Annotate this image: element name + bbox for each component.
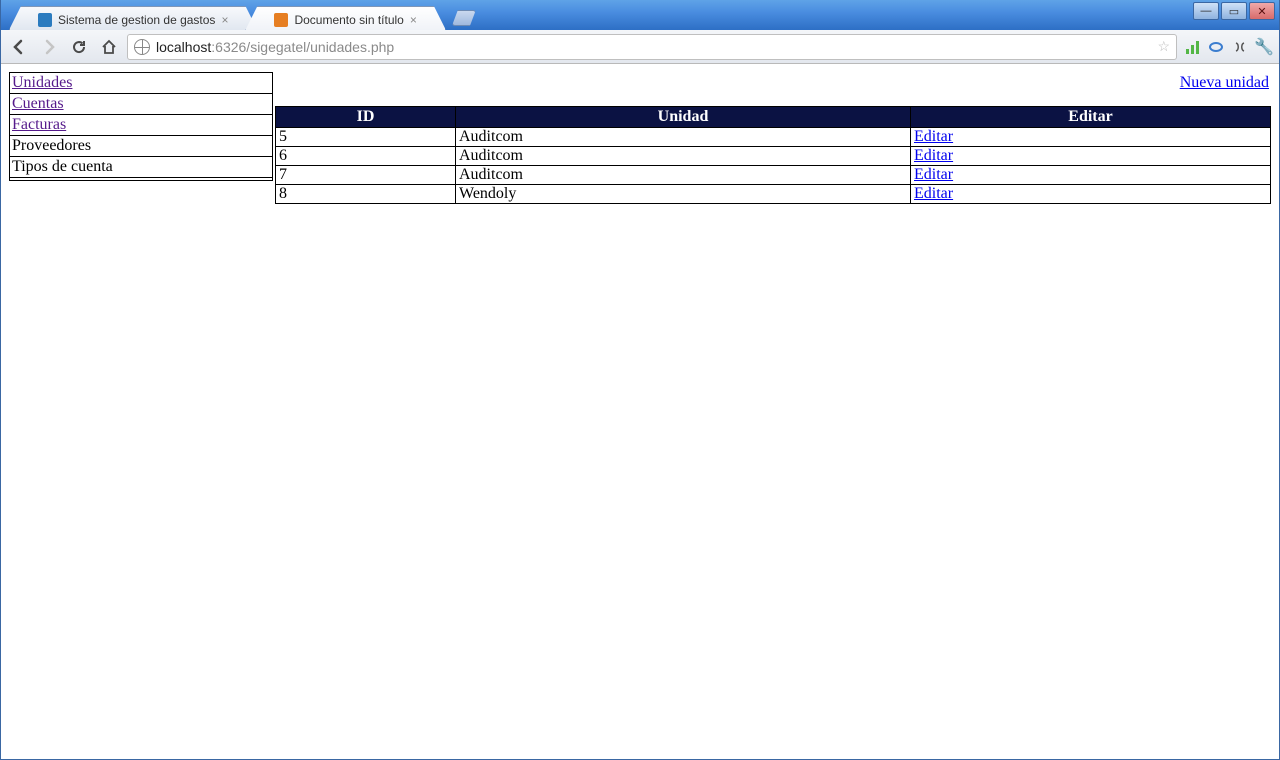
sidebar-item-proveedores[interactable]: Proveedores — [10, 136, 273, 157]
col-header-unidad: Unidad — [456, 107, 911, 128]
titlebar: Sistema de gestion de gastos × Documento… — [1, 0, 1279, 30]
home-icon — [101, 39, 117, 55]
cell-unidad: Auditcom — [456, 166, 911, 185]
cell-editar: Editar — [911, 147, 1271, 166]
forward-button[interactable] — [37, 35, 61, 59]
sidebar-link[interactable]: Facturas — [12, 116, 66, 133]
close-tab-icon[interactable]: × — [221, 13, 228, 27]
extension-signal-icon[interactable] — [1183, 38, 1201, 56]
cell-editar: Editar — [911, 185, 1271, 204]
browser-tab-active[interactable]: Documento sin título × — [245, 6, 445, 30]
arrow-right-icon — [40, 38, 58, 56]
edit-link[interactable]: Editar — [914, 128, 953, 145]
table-row: 6AuditcomEditar — [276, 147, 1271, 166]
sidebar-item-facturas[interactable]: Facturas — [10, 115, 273, 136]
favicon-icon — [274, 13, 288, 27]
new-tab-button[interactable] — [452, 10, 476, 26]
cell-editar: Editar — [911, 128, 1271, 147]
browser-window: Sistema de gestion de gastos × Documento… — [0, 0, 1280, 760]
cell-editar: Editar — [911, 166, 1271, 185]
address-bar[interactable]: localhost:6326/sigegatel/unidades.php ☆ — [127, 34, 1177, 60]
globe-icon — [134, 39, 150, 55]
sidebar-item-empty — [10, 178, 273, 181]
close-tab-icon[interactable]: × — [410, 13, 417, 27]
url-host: localhost — [156, 39, 211, 55]
col-header-editar: Editar — [911, 107, 1271, 128]
cell-id: 7 — [276, 166, 456, 185]
table-row: 5AuditcomEditar — [276, 128, 1271, 147]
sidebar-nav: Unidades Cuentas Facturas Proveedores Ti… — [9, 72, 273, 181]
main-area: Nueva unidad ID Unidad Editar 5AuditcomE… — [275, 72, 1271, 204]
favicon-icon — [38, 13, 52, 27]
col-header-id: ID — [276, 107, 456, 128]
page-content: Unidades Cuentas Facturas Proveedores Ti… — [1, 64, 1279, 759]
reload-icon — [71, 39, 87, 55]
tab-title: Documento sin título — [294, 13, 403, 27]
window-controls: — ▭ ✕ — [1193, 2, 1275, 20]
browser-tab[interactable]: Sistema de gestion de gastos × — [9, 6, 257, 30]
tab-title: Sistema de gestion de gastos — [58, 13, 215, 27]
maximize-button[interactable]: ▭ — [1221, 2, 1247, 20]
edit-link[interactable]: Editar — [914, 166, 953, 183]
cell-unidad: Auditcom — [456, 128, 911, 147]
cell-unidad: Wendoly — [456, 185, 911, 204]
units-table: ID Unidad Editar 5AuditcomEditar6Auditco… — [275, 106, 1271, 204]
cell-id: 5 — [276, 128, 456, 147]
home-button[interactable] — [97, 35, 121, 59]
table-row: 7AuditcomEditar — [276, 166, 1271, 185]
sidebar-link[interactable]: Cuentas — [12, 95, 64, 112]
edit-link[interactable]: Editar — [914, 185, 953, 202]
sidebar-item-tipos-cuenta[interactable]: Tipos de cuenta — [10, 157, 273, 178]
close-window-button[interactable]: ✕ — [1249, 2, 1275, 20]
settings-wrench-icon[interactable]: 🔧 — [1255, 38, 1273, 56]
arrow-left-icon — [10, 38, 28, 56]
minimize-button[interactable]: — — [1193, 2, 1219, 20]
cell-unidad: Auditcom — [456, 147, 911, 166]
extension-eye-icon[interactable] — [1207, 38, 1225, 56]
table-row: 8WendolyEditar — [276, 185, 1271, 204]
sidebar-item-unidades[interactable]: Unidades — [10, 73, 273, 94]
sidebar-item-cuentas[interactable]: Cuentas — [10, 94, 273, 115]
reload-button[interactable] — [67, 35, 91, 59]
url-path: :6326/sigegatel/unidades.php — [211, 39, 394, 55]
extension-audio-icon[interactable] — [1231, 38, 1249, 56]
sidebar-link[interactable]: Unidades — [12, 74, 72, 91]
bookmark-star-icon[interactable]: ☆ — [1157, 38, 1170, 55]
cell-id: 6 — [276, 147, 456, 166]
cell-id: 8 — [276, 185, 456, 204]
toolbar: localhost:6326/sigegatel/unidades.php ☆ … — [1, 30, 1279, 64]
back-button[interactable] — [7, 35, 31, 59]
edit-link[interactable]: Editar — [914, 147, 953, 164]
new-unit-link[interactable]: Nueva unidad — [1180, 74, 1269, 91]
